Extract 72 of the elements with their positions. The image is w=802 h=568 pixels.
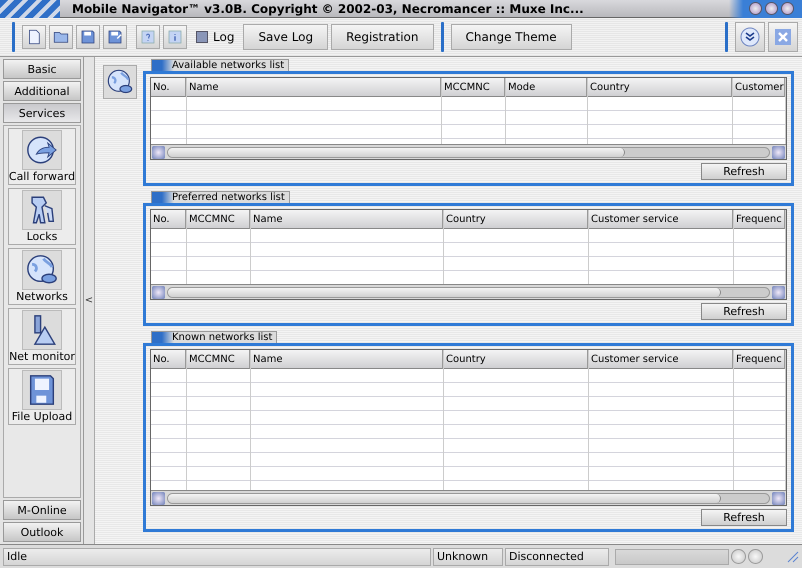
tool-button[interactable]: Networks	[8, 248, 76, 305]
column-header[interactable]: MCCMNC	[442, 78, 505, 97]
scroll-right-button[interactable]	[772, 492, 785, 504]
log-checkbox[interactable]: Log	[196, 30, 234, 44]
toolbar-button[interactable]: Registration	[331, 24, 434, 50]
scroll-left-button[interactable]	[152, 286, 165, 298]
sidebar-tab[interactable]: Outlook	[3, 522, 81, 542]
connection-status: Disconnected	[505, 548, 609, 566]
collapse-handle[interactable]: <	[84, 295, 94, 306]
panel-title: Available networks list	[171, 60, 284, 71]
toolbar-button[interactable]	[103, 25, 127, 49]
tool-button[interactable]: Net monitor	[8, 308, 76, 365]
scrollbar-thumb[interactable]	[168, 148, 625, 156]
scroll-right-button[interactable]	[772, 146, 785, 158]
panel-title: Preferred networks list	[171, 192, 285, 203]
indicator-light	[731, 549, 746, 564]
toolbar-button[interactable]	[22, 25, 46, 49]
horizontal-scrollbar[interactable]	[151, 144, 786, 159]
toolbar-button[interactable]	[76, 25, 100, 49]
network-status: Unknown	[433, 548, 503, 566]
column-header[interactable]: Country	[588, 78, 732, 97]
maximize-button[interactable]	[765, 2, 778, 15]
horizontal-scrollbar[interactable]	[151, 490, 786, 505]
tool-button[interactable]: Locks	[8, 188, 76, 245]
close-icon	[774, 28, 792, 46]
column-header[interactable]: No.	[151, 350, 186, 369]
column-header[interactable]: Mode	[506, 78, 587, 97]
indicator-light	[748, 549, 763, 564]
info-icon	[166, 28, 184, 46]
column-header[interactable]: Country	[444, 350, 588, 369]
change-theme-button[interactable]: Change Theme	[450, 24, 572, 50]
column-header[interactable]: Name	[251, 210, 443, 229]
scrollbar-thumb[interactable]	[168, 288, 721, 296]
toolbar-button[interactable]: Save Log	[243, 24, 328, 50]
scrollbar-thumb[interactable]	[168, 494, 721, 502]
tool-button[interactable]: File Upload	[8, 368, 76, 425]
scroll-left-button[interactable]	[152, 492, 165, 504]
status-message: Idle	[3, 548, 431, 566]
refresh-button[interactable]: Refresh	[701, 303, 787, 320]
minimize-button[interactable]	[749, 2, 762, 15]
scroll-left-button[interactable]	[152, 146, 165, 158]
column-header[interactable]: Customer	[733, 78, 785, 97]
expand-button[interactable]	[735, 22, 765, 52]
chevron-down-icon	[740, 27, 760, 47]
column-header[interactable]: Customer service	[589, 210, 733, 229]
close-button[interactable]	[781, 2, 794, 15]
refresh-button[interactable]: Refresh	[701, 509, 787, 526]
tool-button[interactable]: Call forward	[8, 128, 76, 185]
globe-icon	[106, 68, 134, 96]
column-header[interactable]: MCCMNC	[187, 210, 250, 229]
toolbar-button[interactable]	[49, 25, 73, 49]
column-header[interactable]: Frequenc	[734, 350, 785, 369]
scroll-right-button[interactable]	[772, 286, 785, 298]
panel-title: Known networks list	[171, 332, 272, 343]
help-icon	[139, 28, 157, 46]
refresh-button[interactable]: Refresh	[701, 163, 787, 180]
column-header[interactable]: No.	[151, 78, 186, 97]
column-header[interactable]: MCCMNC	[187, 350, 250, 369]
column-header[interactable]: Frequenc	[734, 210, 785, 229]
sidebar-tab[interactable]: Additional	[3, 81, 81, 101]
sidebar-tab[interactable]: Services	[3, 103, 81, 123]
column-header[interactable]: Country	[444, 210, 588, 229]
title-stripe	[0, 0, 60, 18]
column-header[interactable]: Customer service	[589, 350, 733, 369]
horizontal-scrollbar[interactable]	[151, 284, 786, 299]
sidebar-tab[interactable]: Basic	[3, 59, 81, 79]
sidebar-tab[interactable]: M-Online	[3, 500, 81, 520]
column-header[interactable]: Name	[251, 350, 443, 369]
window-title: Mobile Navigator™ v3.0B. Copyright © 2002-03, Necromancer :: Muxe Inc...	[71, 2, 585, 16]
resize-grip-icon	[787, 550, 799, 562]
column-header[interactable]: Name	[187, 78, 441, 97]
column-header[interactable]: No.	[151, 210, 186, 229]
